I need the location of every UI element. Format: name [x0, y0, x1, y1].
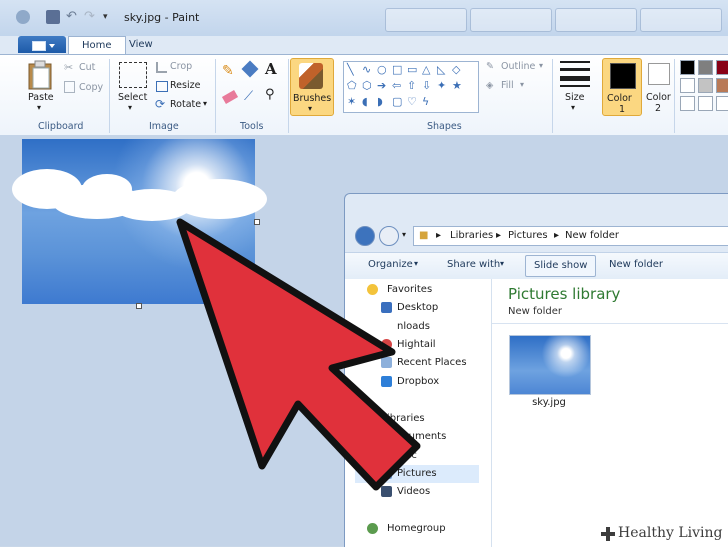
watermark-logo-icon — [601, 527, 615, 541]
watermark: Healthy Living — [596, 523, 722, 546]
pointer-arrow-icon — [176, 218, 421, 491]
watermark-text: Healthy Living — [618, 525, 723, 541]
